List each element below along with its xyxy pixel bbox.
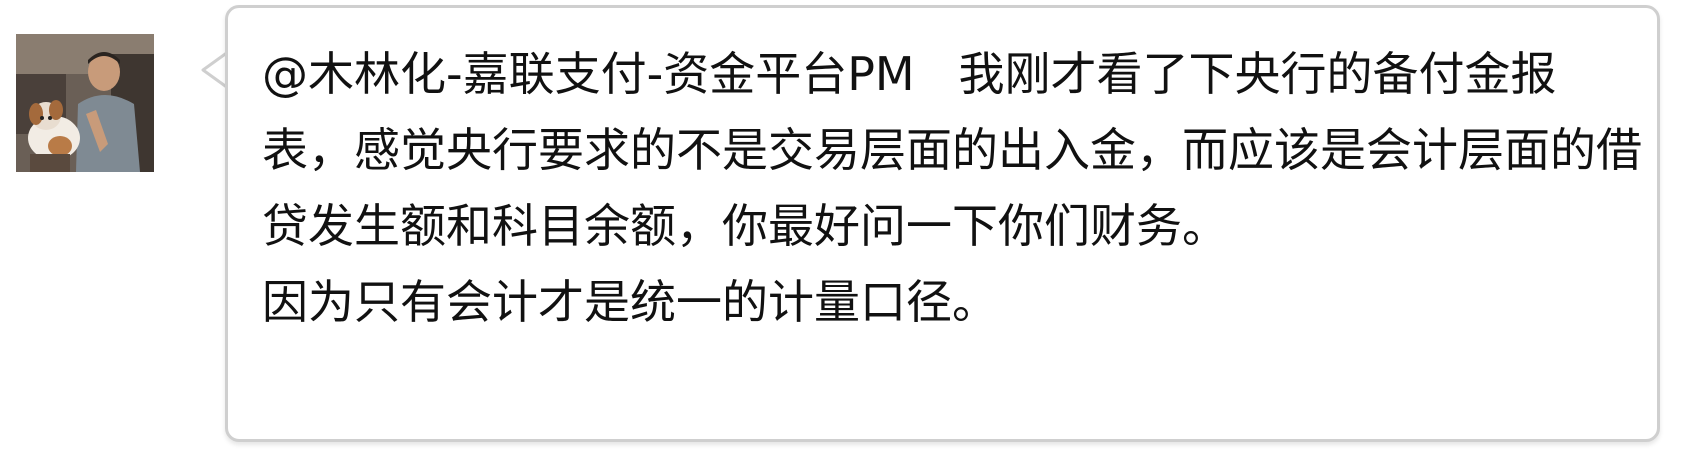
message-text: @木林化-嘉联支付-资金平台PM 我刚才看了下央行的备付金报表，感觉央行要求的不… [262, 47, 1642, 329]
message-bubble[interactable]: @木林化-嘉联支付-资金平台PM 我刚才看了下央行的备付金报表，感觉央行要求的不… [225, 5, 1660, 442]
avatar-photo-icon [16, 34, 154, 172]
avatar[interactable] [16, 34, 154, 172]
chat-message-row: @木林化-嘉联支付-资金平台PM 我刚才看了下央行的备付金报表，感觉央行要求的不… [0, 0, 1688, 468]
